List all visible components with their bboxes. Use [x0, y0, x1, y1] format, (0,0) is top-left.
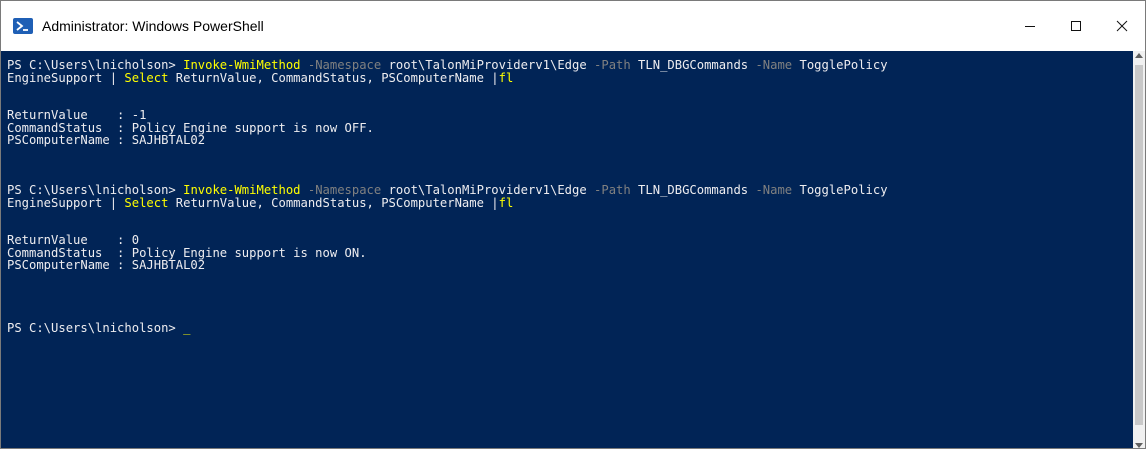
powershell-icon [13, 18, 33, 34]
argument: ReturnValue, CommandStatus, PSComputerNa… [168, 195, 499, 210]
pipe: | [102, 195, 125, 210]
vertical-scrollbar[interactable] [1133, 51, 1145, 448]
console-output: PS C:\Users\lnicholson> Invoke-WmiMethod… [7, 59, 888, 334]
close-icon [1116, 20, 1128, 32]
cmdlet: fl [498, 195, 514, 210]
title-bar[interactable]: Administrator: Windows PowerShell [1, 1, 1145, 51]
scroll-up-arrow-icon[interactable] [1135, 53, 1143, 58]
window-title: Administrator: Windows PowerShell [42, 18, 264, 34]
output-line: ReturnValue : -1 [7, 108, 147, 122]
prompt: PS C:\Users\lnicholson> [7, 320, 184, 335]
parameter: -Path [586, 183, 631, 197]
minimize-icon [1025, 26, 1035, 27]
cmdlet: Select [124, 70, 169, 85]
maximize-button[interactable] [1053, 1, 1099, 51]
argument: TLN_DBGCommands [630, 183, 749, 197]
minimize-button[interactable] [1007, 1, 1053, 51]
scroll-thumb[interactable] [1135, 65, 1143, 425]
text-cursor: _ [183, 320, 191, 335]
output-line: PSComputerName : SAJHBTAL02 [7, 258, 206, 272]
pipe: | [102, 70, 125, 85]
parameter: -Name [748, 58, 793, 72]
scroll-down-arrow-icon[interactable] [1135, 443, 1143, 448]
powershell-window: Administrator: Windows PowerShell PS C:\… [0, 0, 1146, 449]
argument: TLN_DBGCommands [630, 58, 749, 72]
argument: ReturnValue, CommandStatus, PSComputerNa… [168, 70, 499, 85]
parameter: -Path [586, 58, 631, 72]
command-line-2-cont: EngineSupport | Select ReturnValue, Comm… [7, 195, 888, 210]
parameter: -Name [748, 183, 793, 197]
maximize-icon [1071, 21, 1081, 31]
window-controls [1007, 1, 1145, 51]
output-line: PSComputerName : SAJHBTAL02 [7, 133, 206, 147]
command-line-1-cont: EngineSupport | Select ReturnValue, Comm… [7, 70, 888, 85]
argument: EngineSupport [7, 70, 103, 85]
argument: TogglePolicy [792, 58, 888, 72]
close-button[interactable] [1099, 1, 1145, 51]
final-prompt-line[interactable]: PS C:\Users\lnicholson> _ [7, 320, 888, 335]
argument: EngineSupport [7, 195, 103, 210]
cmdlet: Select [124, 195, 169, 210]
cmdlet: fl [498, 70, 514, 85]
argument: TogglePolicy [792, 183, 888, 197]
output-line: ReturnValue : 0 [7, 233, 140, 247]
